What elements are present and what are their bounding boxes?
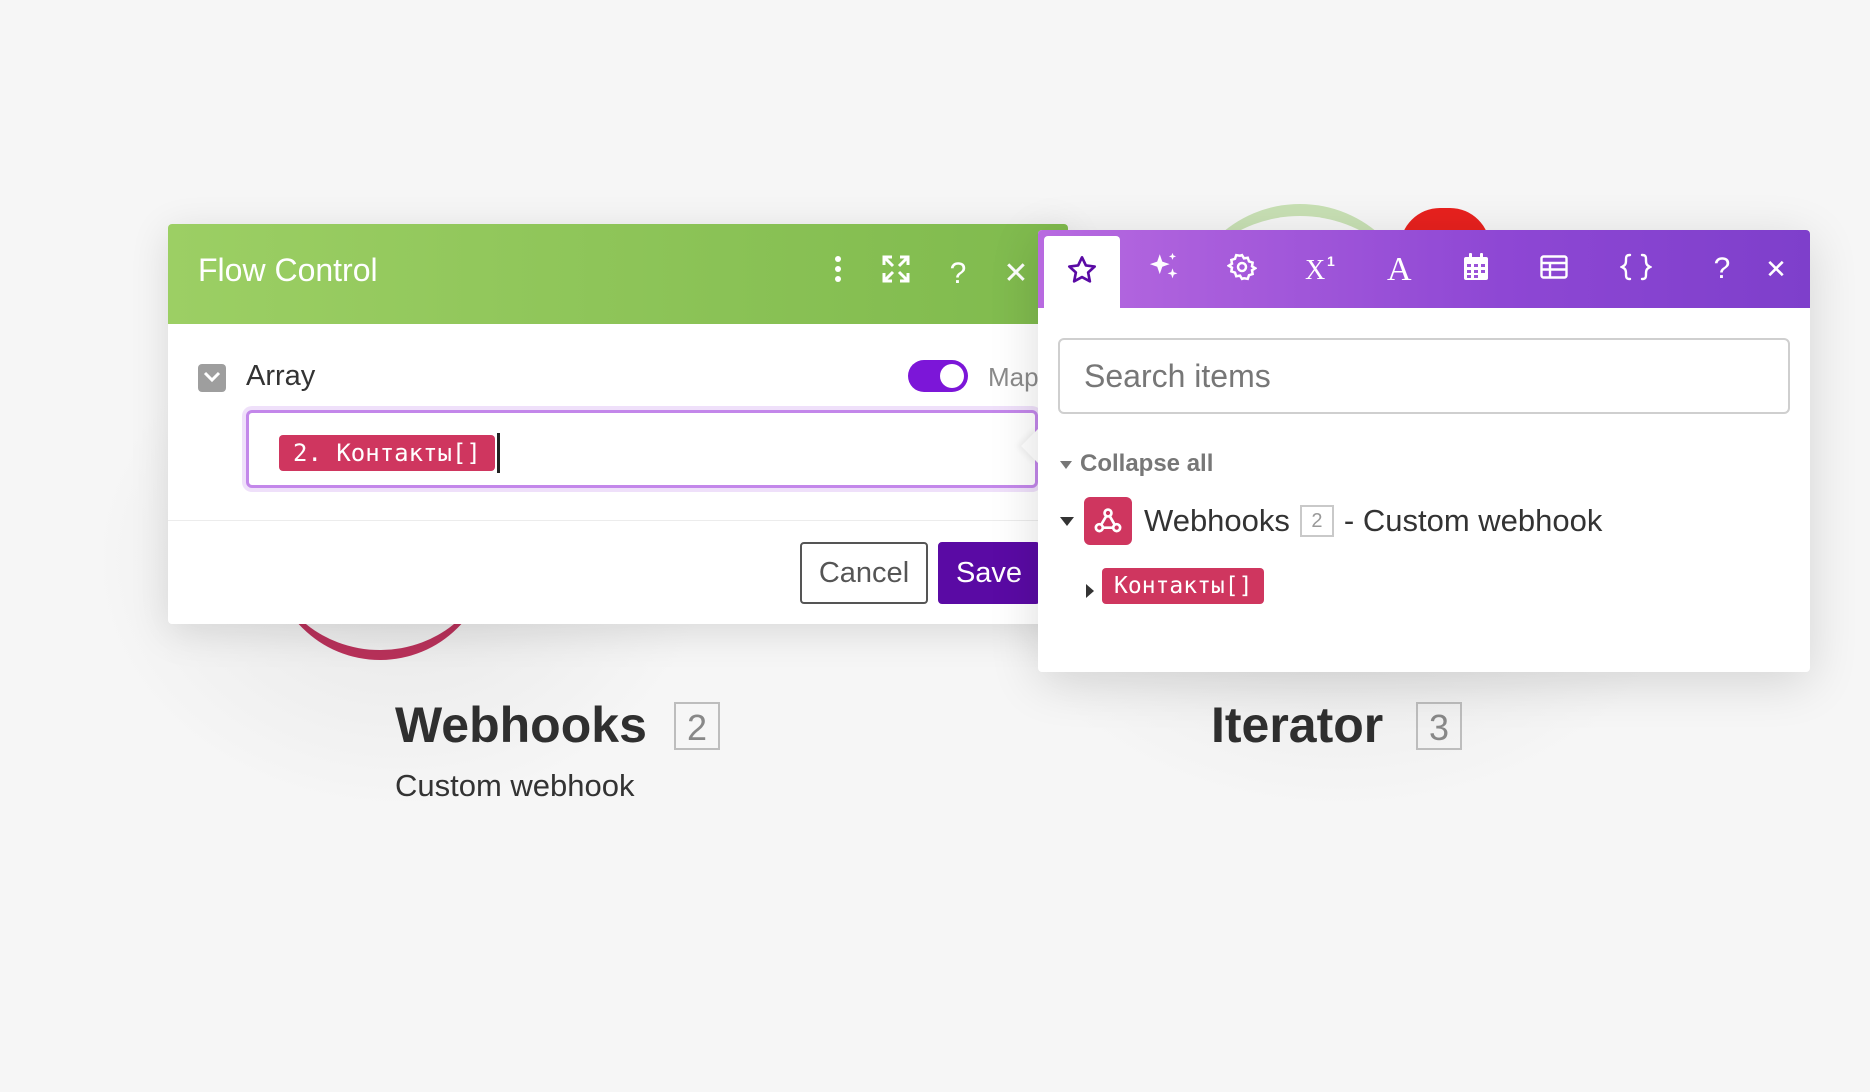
json-braces-icon (1619, 253, 1653, 286)
help-icon[interactable]: ? (936, 246, 980, 302)
tree-item-pill[interactable]: Контакты[] (1102, 568, 1265, 604)
dialog-body: Array Map 2. Контакты[] Cancel Save (168, 324, 1068, 620)
search-items-input[interactable] (1058, 338, 1790, 414)
tab-json-functions[interactable] (1598, 230, 1674, 308)
tab-math-functions[interactable]: X1 (1284, 230, 1360, 308)
more-vertical-icon[interactable] (816, 246, 860, 302)
star-icon (1066, 254, 1098, 291)
array-field-label: Array (246, 360, 316, 392)
dialog-divider (168, 520, 1068, 521)
svg-text:X: X (1305, 255, 1325, 282)
module-number-webhooks: 2 (674, 702, 720, 750)
table-icon (1540, 254, 1568, 284)
tab-general-functions[interactable] (1204, 230, 1280, 308)
panel-close-icon[interactable]: ✕ (1738, 230, 1810, 308)
tree-app-name: Webhooks (1144, 503, 1290, 538)
tree-module-description: - Custom webhook (1343, 503, 1603, 538)
dialog-header: Flow Control ? ✕ (168, 224, 1068, 324)
tree-module-number: 2 (1299, 505, 1334, 537)
tab-favorites[interactable] (1044, 236, 1120, 308)
tree-node-webhooks[interactable]: Webhooks 2 - Custom webhook (1060, 496, 1602, 546)
superscript-math-icon: X1 (1305, 252, 1339, 287)
tab-text-functions[interactable]: A (1362, 230, 1438, 308)
save-button[interactable]: Save (938, 542, 1040, 604)
calendar-icon (1463, 252, 1489, 286)
text-format-icon: A (1386, 251, 1414, 288)
tab-ai[interactable] (1126, 230, 1202, 308)
collapse-all-label: Collapse all (1080, 450, 1214, 477)
gear-icon (1226, 252, 1258, 287)
module-name-iterator: Iterator (1211, 697, 1384, 753)
mapping-panel-tabs: X1 A ? ✕ (1038, 230, 1810, 308)
map-toggle-label: Map (988, 362, 1039, 392)
caret-right-icon[interactable] (1086, 584, 1094, 598)
close-icon[interactable]: ✕ (994, 246, 1038, 302)
flow-control-dialog: Flow Control ? ✕ Array Map 2. Контакты[]… (168, 224, 1068, 624)
caret-down-icon (1060, 516, 1074, 526)
text-caret (497, 433, 500, 473)
caret-down-icon (1060, 460, 1072, 469)
svg-text:A: A (1387, 252, 1412, 282)
module-name-webhooks: Webhooks (395, 697, 647, 753)
dialog-title: Flow Control (198, 252, 378, 288)
module-subtitle-webhooks: Custom webhook (395, 768, 635, 803)
module-number-iterator: 3 (1416, 702, 1462, 750)
tab-date-functions[interactable] (1438, 230, 1514, 308)
svg-text:1: 1 (1327, 253, 1335, 269)
array-mapping-input[interactable]: 2. Контакты[] (246, 410, 1038, 488)
map-toggle[interactable] (908, 360, 968, 392)
cancel-button[interactable]: Cancel (800, 542, 928, 604)
webhooks-app-icon (1084, 497, 1132, 545)
mapped-value-pill[interactable]: 2. Контакты[] (279, 435, 495, 471)
field-collapse-checkbox[interactable] (198, 364, 226, 392)
expand-icon[interactable] (874, 246, 918, 302)
sparkles-icon (1147, 250, 1181, 289)
collapse-all-link[interactable]: Collapse all (1060, 450, 1213, 478)
mapping-panel: X1 A ? ✕ Collapse all (1038, 230, 1810, 672)
tab-array-functions[interactable] (1516, 230, 1592, 308)
